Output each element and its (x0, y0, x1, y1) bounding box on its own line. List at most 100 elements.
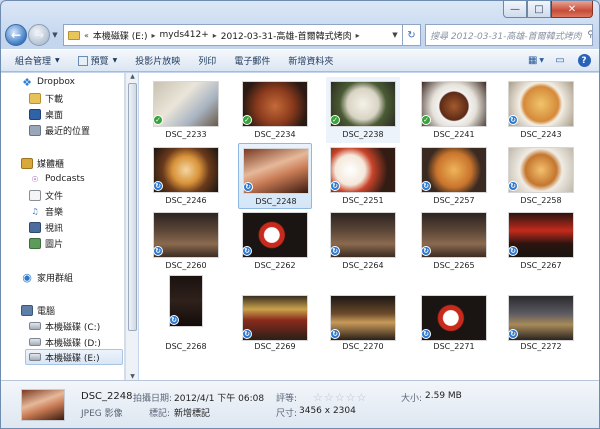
maximize-button[interactable]: □ (527, 1, 551, 18)
scroll-up-icon[interactable]: ▲ (126, 73, 139, 80)
file-name: DSC_2251 (342, 196, 384, 205)
breadcrumb-chevron-icon[interactable]: ▸ (152, 31, 156, 40)
chevron-down-icon: ▼ (112, 57, 118, 64)
drive-icon (29, 322, 41, 330)
file-tile[interactable]: ✓ DSC_2241 (417, 77, 491, 143)
file-name: DSC_2268 (165, 342, 207, 351)
close-button[interactable]: ✕ (551, 1, 593, 18)
sidebar-item-dropbox[interactable]: ❖ Dropbox (21, 74, 124, 90)
file-tile[interactable]: ↻ DSC_2262 (238, 208, 312, 274)
sync-pending-icon: ↻ (421, 181, 431, 191)
scroll-down-icon[interactable]: ▼ (126, 373, 139, 380)
sidebar-item-music[interactable]: ♫ 音樂 (29, 203, 124, 219)
sidebar-item-pictures[interactable]: 圖片 (29, 235, 124, 251)
tags-value[interactable]: 新增標記 (174, 406, 210, 419)
star-icon[interactable]: ☆ (357, 391, 368, 404)
slideshow-button[interactable]: 投影片放映 (135, 54, 180, 67)
date-taken-value[interactable]: 2012/4/1 下午 06:08 (174, 391, 264, 404)
breadcrumb-chevron-icon[interactable]: « (84, 31, 89, 40)
forward-button[interactable]: → (28, 24, 50, 46)
file-tile[interactable]: ✓ DSC_2234 (238, 77, 312, 143)
file-tile-selected[interactable]: ↻ DSC_2248 (238, 143, 312, 209)
sync-pending-icon: ↻ (153, 181, 163, 191)
selected-photo-preview (21, 389, 65, 421)
breadcrumb-item[interactable]: 2012-03-31-高雄-首爾韓式烤肉 (221, 29, 352, 42)
sidebar-scrollbar[interactable]: ▲ ▼ (125, 73, 138, 380)
sidebar-item-drive-d[interactable]: 本機磁碟 (D:) (29, 334, 124, 350)
sidebar-item-drive-c[interactable]: 本機磁碟 (C:) (29, 318, 124, 334)
print-button[interactable]: 列印 (198, 54, 216, 67)
rating-stars[interactable]: ☆☆☆☆☆ (313, 391, 367, 404)
address-bar[interactable]: « 本機磁碟 (E:) ▸ myds412+ ▸ 2012-03-31-高雄-首… (63, 24, 403, 46)
sidebar-item-videos[interactable]: 視訊 (29, 219, 124, 235)
command-bar: 組合管理 ▼ 預覽 ▼ 投影片放映 列印 電子郵件 新增資料夾 ▦ ▼ ▭ ? (1, 49, 599, 72)
sidebar-item-drive-e[interactable]: 本機磁碟 (E:) (25, 349, 123, 365)
sidebar-item-podcasts[interactable]: ☉ Podcasts (29, 171, 124, 187)
breadcrumb-item[interactable]: myds412+ (160, 30, 209, 40)
file-tile[interactable]: ↻ DSC_2258 (504, 143, 578, 209)
file-tile[interactable]: ✓ DSC_2233 (149, 77, 223, 143)
sidebar-item-label: Podcasts (45, 174, 85, 184)
sidebar-item-computer[interactable]: 電腦 (21, 302, 124, 318)
dropbox-icon: ❖ (22, 75, 32, 89)
file-tile[interactable]: ↻ DSC_2264 (326, 208, 400, 274)
sidebar-item-downloads[interactable]: 下載 (29, 90, 124, 106)
help-button[interactable]: ? (575, 53, 593, 69)
new-folder-button[interactable]: 新增資料夾 (288, 54, 333, 67)
preview-pane-button[interactable]: ▭ (551, 53, 569, 69)
file-name: DSC_2260 (165, 261, 207, 270)
search-input[interactable]: 搜尋 2012-03-31-高雄-首爾韓式烤肉 ⚲ (425, 24, 593, 46)
file-name: DSC_2269 (254, 342, 296, 351)
file-list: ✓ DSC_2233 ✓ DSC_2234 ✓ DSC_2238 ✓ DSC_2… (139, 73, 599, 380)
organize-button[interactable]: 組合管理 ▼ (15, 54, 60, 67)
file-tile[interactable]: ↻ DSC_2270 (326, 275, 400, 355)
file-name: DSC_2246 (165, 196, 207, 205)
file-tile[interactable]: ↻ DSC_2246 (149, 143, 223, 209)
file-tile[interactable]: ↻ DSC_2243 (504, 77, 578, 143)
sidebar-item-label: 本機磁碟 (D:) (45, 338, 101, 349)
navigation-pane: ❖ Dropbox 下載 桌面 最近的位置 媒體櫃 ☉ Podcasts 文件 ♫ 音… (1, 73, 125, 380)
breadcrumb-item[interactable]: 本機磁碟 (E:) (93, 29, 148, 42)
file-tile[interactable]: ↻ DSC_2265 (417, 208, 491, 274)
recent-pages-dropdown[interactable]: ▼ (50, 31, 60, 39)
breadcrumb-chevron-icon[interactable]: ▸ (356, 31, 360, 40)
refresh-button[interactable]: ↻ (403, 24, 421, 46)
sidebar-item-desktop[interactable]: 桌面 (29, 106, 124, 122)
star-icon[interactable]: ☆ (335, 391, 346, 404)
sidebar-item-libraries[interactable]: 媒體櫃 (21, 155, 124, 171)
file-tile[interactable]: ↻ DSC_2267 (504, 208, 578, 274)
star-icon[interactable]: ☆ (313, 391, 324, 404)
preview-button[interactable]: 預覽 ▼ (77, 54, 118, 67)
file-tile[interactable]: ↻ DSC_2251 (326, 143, 400, 209)
size-value: 2.59 MB (425, 391, 462, 401)
scrollbar-thumb[interactable] (128, 83, 137, 331)
dimensions-value: 3456 x 2304 (299, 406, 356, 416)
file-name: DSC_2272 (520, 342, 562, 351)
preview-label: 預覽 (90, 57, 109, 67)
email-button[interactable]: 電子郵件 (234, 54, 270, 67)
file-tile[interactable]: ↻ DSC_2271 (417, 275, 491, 355)
details-file-name: DSC_2248 (81, 391, 133, 402)
address-dropdown-icon[interactable]: ▼ (388, 31, 402, 39)
file-tile[interactable]: ↻ DSC_2260 (149, 208, 223, 274)
sidebar-item-label: 本機磁碟 (C:) (45, 322, 101, 333)
sidebar-item-documents[interactable]: 文件 (29, 187, 124, 203)
star-icon[interactable]: ☆ (346, 391, 357, 404)
search-icon[interactable]: ⚲ (582, 30, 592, 40)
file-tile[interactable]: ↻ DSC_2272 (504, 275, 578, 355)
sidebar-item-homegroup[interactable]: ◉ 家用群組 (21, 269, 124, 285)
sync-pending-icon: ↻ (330, 329, 340, 339)
file-tile[interactable]: ↻ DSC_2257 (417, 143, 491, 209)
sidebar-item-recent[interactable]: 最近的位置 (29, 122, 124, 138)
view-options-button[interactable]: ▦ ▼ (527, 53, 545, 69)
minimize-button[interactable]: — (503, 1, 527, 18)
file-tile[interactable]: ↻ DSC_2268 (149, 275, 223, 355)
breadcrumb-chevron-icon[interactable]: ▸ (213, 31, 217, 40)
sidebar-item-label: Dropbox (37, 77, 75, 87)
star-icon[interactable]: ☆ (324, 391, 335, 404)
back-button[interactable]: ← (5, 24, 27, 46)
sidebar-item-label: 圖片 (45, 239, 64, 250)
file-tile[interactable]: ↻ DSC_2269 (238, 275, 312, 355)
file-name: DSC_2241 (433, 130, 475, 139)
file-tile[interactable]: ✓ DSC_2238 (326, 77, 400, 143)
